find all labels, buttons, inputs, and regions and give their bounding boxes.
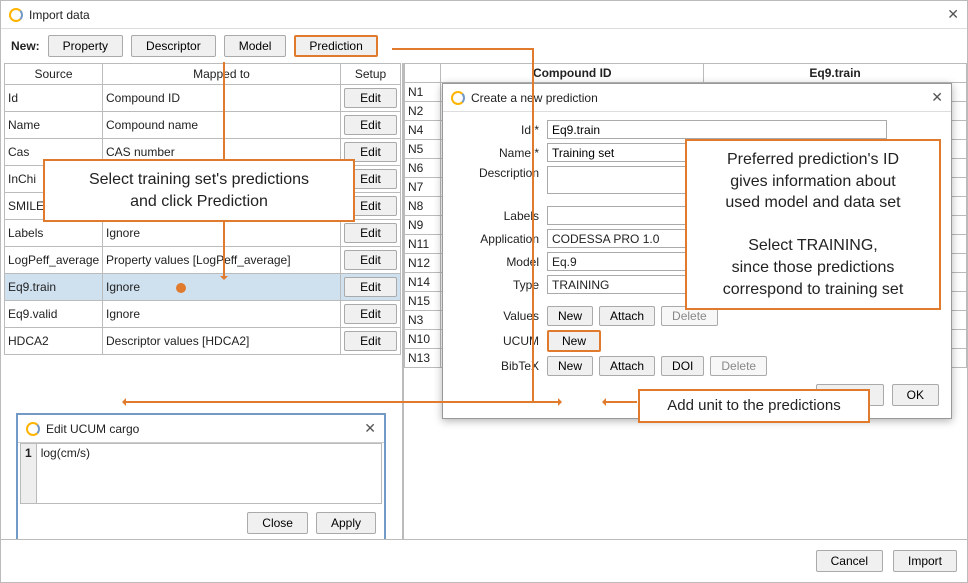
app-ring-icon (451, 91, 465, 105)
table-row[interactable]: LogPeff_averageProperty values [LogPeff_… (5, 247, 401, 274)
col-source: Source (5, 64, 103, 85)
table-row[interactable]: Eq9.validIgnoreEdit (5, 301, 401, 328)
cell-compound-id: N10 (405, 330, 441, 349)
values-attach-button[interactable]: Attach (599, 306, 655, 326)
cell-compound-id: N9 (405, 216, 441, 235)
table-row[interactable]: NameCompound nameEdit (5, 112, 401, 139)
ucum-value-cell[interactable]: log(cm/s) (36, 444, 381, 504)
cell-mapped: Ignore (103, 220, 341, 247)
cell-compound-id: N1 (405, 83, 441, 102)
window-footer: Cancel Import (1, 539, 967, 582)
ucum-close-button[interactable]: Close (247, 512, 308, 534)
cell-mapped: Compound name (103, 112, 341, 139)
cell-mapped: Descriptor values [HDCA2] (103, 328, 341, 355)
table-row[interactable]: LabelsIgnoreEdit (5, 220, 401, 247)
callout-c: Add unit to the predictions (638, 389, 870, 423)
bibtex-doi-button[interactable]: DOI (661, 356, 704, 376)
cell-source: Labels (5, 220, 103, 247)
cell-mapped: Property values [LogPeff_average] (103, 247, 341, 274)
col-mapped: Mapped to (103, 64, 341, 85)
app-ring-icon (26, 422, 40, 436)
values-new-button[interactable]: New (547, 306, 593, 326)
close-icon[interactable]: ✕ (931, 89, 943, 106)
property-button[interactable]: Property (48, 35, 123, 57)
annotation-line (392, 48, 532, 50)
cell-compound-id: N12 (405, 254, 441, 273)
cell-source: LogPeff_average (5, 247, 103, 274)
cancel-button[interactable]: Cancel (816, 550, 883, 572)
cell-source: Name (5, 112, 103, 139)
left-panel: Source Mapped to Setup IdCompound IDEdit… (1, 63, 404, 561)
model-button[interactable]: Model (224, 35, 287, 57)
ucum-row-number: 1 (21, 444, 37, 504)
edit-button[interactable]: Edit (344, 115, 397, 135)
table-row[interactable]: Eq9.trainIgnoreEdit (5, 274, 401, 301)
edit-ucum-dialog: Edit UCUM cargo ✕ 1 log(cm/s) Close Appl… (16, 413, 386, 544)
cell-compound-id: N3 (405, 311, 441, 330)
import-data-window: Import data ✕ New: Property Descriptor M… (0, 0, 968, 583)
prediction-ok-button[interactable]: OK (892, 384, 939, 406)
callout-b: Preferred prediction's IDgives informati… (685, 139, 941, 310)
bibtex-attach-button[interactable]: Attach (599, 356, 655, 376)
edit-button[interactable]: Edit (344, 331, 397, 351)
selection-dot-icon (176, 283, 186, 293)
cell-compound-id: N14 (405, 273, 441, 292)
cell-compound-id: N8 (405, 197, 441, 216)
edit-button[interactable]: Edit (344, 223, 397, 243)
annotation-line (603, 401, 637, 403)
annotation-line (223, 216, 225, 279)
cell-compound-id: N13 (405, 349, 441, 368)
cell-compound-id: N15 (405, 292, 441, 311)
table-row[interactable]: IdCompound IDEdit (5, 85, 401, 112)
col-compound-id: Compound ID (441, 64, 704, 83)
descriptor-button[interactable]: Descriptor (131, 35, 216, 57)
edit-button[interactable]: Edit (344, 250, 397, 270)
window-title: Import data (29, 8, 90, 22)
window-titlebar: Import data ✕ (1, 1, 967, 29)
col-rowhead (405, 64, 441, 83)
cell-compound-id: N2 (405, 102, 441, 121)
ucum-new-button[interactable]: New (547, 330, 601, 352)
app-ring-icon (9, 8, 23, 22)
cell-source: Id (5, 85, 103, 112)
callout-a: Select training set's predictionsand cli… (43, 159, 355, 222)
ucum-title: Edit UCUM cargo (46, 422, 139, 436)
cell-compound-id: N7 (405, 178, 441, 197)
annotation-line (532, 401, 561, 403)
annotation-line (223, 62, 225, 159)
cell-source: HDCA2 (5, 328, 103, 355)
edit-button[interactable]: Edit (344, 277, 397, 297)
prediction-dialog-title: Create a new prediction (471, 91, 598, 105)
new-toolbar: New: Property Descriptor Model Predictio… (1, 29, 967, 63)
annotation-line (123, 401, 532, 403)
annotation-line (532, 48, 534, 401)
new-label: New: (11, 39, 40, 53)
edit-button[interactable]: Edit (344, 304, 397, 324)
bibtex-delete-button: Delete (710, 356, 767, 376)
close-icon[interactable]: ✕ (947, 6, 959, 23)
edit-button[interactable]: Edit (344, 88, 397, 108)
table-row[interactable]: HDCA2Descriptor values [HDCA2]Edit (5, 328, 401, 355)
cell-source: Eq9.train (5, 274, 103, 301)
close-icon[interactable]: ✕ (364, 420, 376, 437)
col-eq9-train: Eq9.train (704, 64, 967, 83)
id-field[interactable] (547, 120, 887, 139)
cell-mapped: Ignore (103, 301, 341, 328)
col-setup: Setup (341, 64, 401, 85)
prediction-button[interactable]: Prediction (294, 35, 377, 57)
import-button[interactable]: Import (893, 550, 957, 572)
right-panel: Compound ID Eq9.train N1N2N4N5N6N7N8N9N1… (404, 63, 967, 561)
ucum-apply-button[interactable]: Apply (316, 512, 376, 534)
cell-source: Eq9.valid (5, 301, 103, 328)
bibtex-new-button[interactable]: New (547, 356, 593, 376)
cell-compound-id: N11 (405, 235, 441, 254)
cell-compound-id: N5 (405, 140, 441, 159)
cell-compound-id: N4 (405, 121, 441, 140)
cell-mapped: Compound ID (103, 85, 341, 112)
cell-compound-id: N6 (405, 159, 441, 178)
